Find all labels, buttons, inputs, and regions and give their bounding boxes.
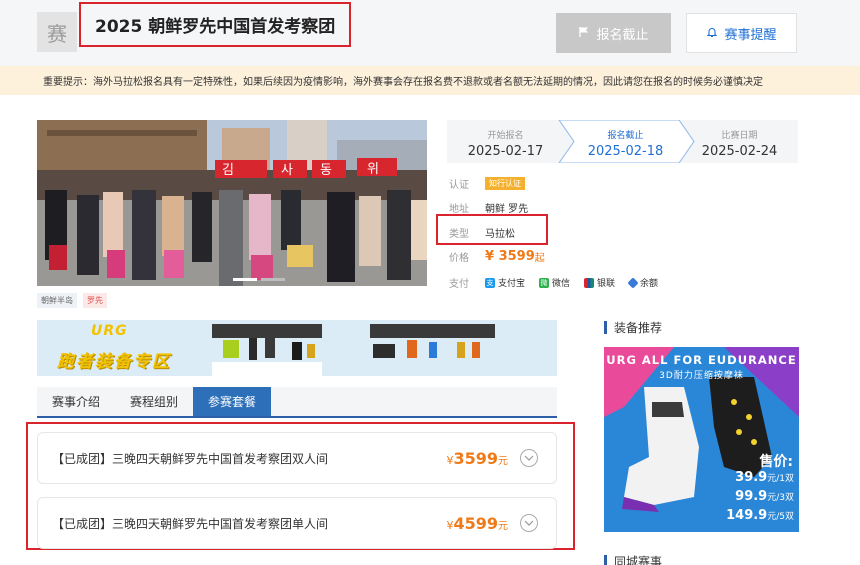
local-events-heading: 同城赛事 <box>604 553 662 565</box>
price-unit: 起 <box>534 253 545 264</box>
tag-city[interactable]: 罗先 <box>83 293 107 308</box>
ad-price-3: 99.9元/3双 <box>735 489 794 504</box>
package-currency: ¥ <box>446 518 454 532</box>
ad-price-unit: 元/5双 <box>767 512 794 522</box>
registration-closed-button[interactable]: 报名截止 <box>556 13 671 53</box>
timeline-deadline-label: 报名截止 <box>607 131 644 141</box>
chevron-down-icon[interactable] <box>520 449 538 467</box>
package-price-unit: 元 <box>498 520 508 532</box>
ad-price-1: 39.9元/1双 <box>735 470 794 485</box>
pay-wechat: 微 微信 <box>539 276 570 289</box>
heading-bar <box>604 555 607 565</box>
address-key: 地址 <box>449 204 469 215</box>
gear-banner[interactable]: URG 跑者装备专区 <box>37 320 557 376</box>
ad-price-value: 149.9 <box>726 508 768 523</box>
timeline-start-date: 2025-02-17 <box>467 144 544 159</box>
ad-price-label: 售价: <box>759 454 793 470</box>
timeline-deadline: 报名截止 2025-02-18 <box>567 120 684 163</box>
timeline-race-label: 比赛日期 <box>721 131 758 141</box>
sign-char-4: 위 <box>367 162 379 177</box>
ad-headline: URG ALL FOR EUDURANCE <box>606 353 797 367</box>
tag-region[interactable]: 朝鲜半岛 <box>37 293 77 308</box>
balance-icon <box>627 276 639 289</box>
banner-logo: URG <box>91 323 128 339</box>
timeline-start-label: 开始报名 <box>487 131 524 141</box>
sign-char-3: 동 <box>320 163 332 178</box>
pay-alipay: 支 支付宝 <box>485 276 525 289</box>
timeline-start: 开始报名 2025-02-17 <box>447 120 564 163</box>
event-reminder-button[interactable]: 赛事提醒 <box>686 13 797 53</box>
unionpay-icon <box>584 277 595 288</box>
page-header: 赛 2025 朝鲜罗先中国首发考察团 报名截止 赛事提醒 <box>0 0 860 66</box>
pay-unionpay-label: 银联 <box>597 279 616 289</box>
gear-recommend-heading: 装备推荐 <box>604 319 662 336</box>
timeline-race-date: 2025-02-24 <box>701 144 778 159</box>
info-certification: 认证 知行认证 <box>449 176 525 191</box>
flag-icon <box>578 26 590 41</box>
cert-badge: 知行认证 <box>485 177 525 190</box>
heading-bar <box>604 321 607 334</box>
info-type: 类型 马拉松 <box>449 225 515 240</box>
ad-price-unit: 元/1双 <box>767 474 794 484</box>
event-tags: 朝鲜半岛 罗先 <box>37 293 107 308</box>
price-value: ¥ 3599 <box>485 249 535 264</box>
package-name: 【已成团】三晚四天朝鲜罗先中国首发考察团双人间 <box>52 451 329 466</box>
package-price-unit: 元 <box>498 455 508 467</box>
type-value: 马拉松 <box>485 229 515 240</box>
alipay-icon: 支 <box>485 277 495 288</box>
ad-subtitle: 3D耐力压缩按摩袜 <box>659 371 744 381</box>
pay-unionpay: 银联 <box>584 276 615 289</box>
title-highlight-frame: 2025 朝鲜罗先中国首发考察团 <box>79 2 351 47</box>
local-events-title: 同城赛事 <box>614 555 663 565</box>
sign-char-1: 김 <box>222 163 234 178</box>
package-price-value: 3599 <box>453 448 498 468</box>
pay-wechat-label: 微信 <box>552 279 571 289</box>
gear-recommend-title: 装备推荐 <box>614 321 663 335</box>
address-value: 朝鲜 罗先 <box>485 204 529 215</box>
chevron-down-icon[interactable] <box>520 514 538 532</box>
page-title: 2025 朝鲜罗先中国首发考察团 <box>95 17 336 37</box>
bell-icon <box>706 26 718 41</box>
detail-tabs: 赛事介绍 赛程组别 参赛套餐 <box>37 387 557 418</box>
sign-char-2: 사 <box>281 163 293 178</box>
type-key: 类型 <box>449 229 469 240</box>
ad-price-value: 99.9 <box>735 489 768 504</box>
tab-event-intro[interactable]: 赛事介绍 <box>37 387 115 416</box>
package-name: 【已成团】三晚四天朝鲜罗先中国首发考察团单人间 <box>52 516 329 531</box>
ad-price-value: 39.9 <box>735 470 768 485</box>
ad-price-unit: 元/3双 <box>767 493 794 503</box>
payment-key: 支付 <box>449 279 469 290</box>
event-logo: 赛 <box>37 12 77 52</box>
package-price-value: 4599 <box>453 513 498 533</box>
wechat-icon: 微 <box>539 277 550 288</box>
banner-slogan: 跑者装备专区 <box>57 352 171 372</box>
pay-alipay-label: 支付宝 <box>498 279 526 289</box>
pay-balance-label: 余额 <box>640 279 659 289</box>
event-photo: 김 사 동 위 <box>37 120 427 286</box>
info-address: 地址 朝鲜 罗先 <box>449 200 528 215</box>
pay-balance: 余额 <box>627 276 659 289</box>
timeline-deadline-date: 2025-02-18 <box>587 144 664 159</box>
registration-timeline: 开始报名 2025-02-17 报名截止 2025-02-18 比赛日期 202… <box>447 120 798 163</box>
important-notice: 重要提示：海外马拉松报名具有一定特殊性，如果后续因为疫情影响，海外赛事会存在报名… <box>0 66 860 95</box>
event-reminder-label: 赛事提醒 <box>724 26 777 42</box>
cert-key: 认证 <box>449 180 469 191</box>
ad-price-5: 149.9元/5双 <box>726 508 794 523</box>
package-item-double[interactable]: 【已成团】三晚四天朝鲜罗先中国首发考察团双人间 ¥ 3599 元 <box>37 432 557 484</box>
package-currency: ¥ <box>446 453 454 467</box>
info-payment: 支付 支 支付宝 微 微信 银联 余额 <box>449 275 672 290</box>
gear-ad[interactable]: URG ALL FOR EUDURANCE 3D耐力压缩按摩袜 售价: 39.9… <box>604 347 799 532</box>
timeline-race: 比赛日期 2025-02-24 <box>681 120 798 163</box>
registration-closed-label: 报名截止 <box>596 26 649 42</box>
tab-schedule-groups[interactable]: 赛程组别 <box>115 387 193 416</box>
tab-packages[interactable]: 参赛套餐 <box>193 387 271 416</box>
package-price: ¥ 3599 元 <box>446 449 508 468</box>
package-price: ¥ 4599 元 <box>446 514 508 533</box>
info-price: 价格 ¥ 3599 起 <box>449 249 545 264</box>
package-item-single[interactable]: 【已成团】三晚四天朝鲜罗先中国首发考察团单人间 ¥ 4599 元 <box>37 497 557 549</box>
price-key: 价格 <box>449 253 469 264</box>
